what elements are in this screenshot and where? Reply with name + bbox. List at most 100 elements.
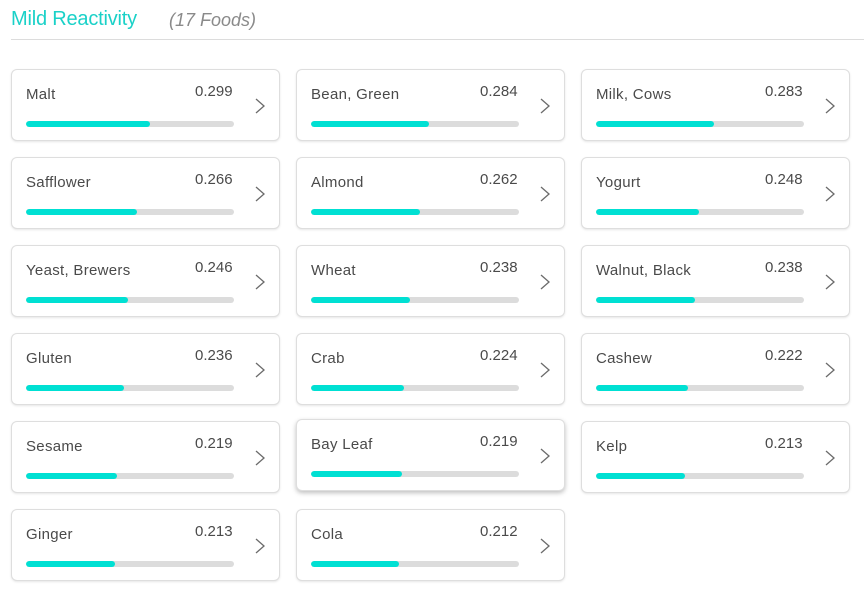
reactivity-bar-track [311,209,519,215]
food-card-bay-leaf[interactable]: Bay Leaf 0.219 [296,419,565,491]
reactivity-bar-track [596,385,804,391]
food-name: Cola [311,526,344,543]
reactivity-bar-fill [26,297,129,303]
reactivity-bar-track [311,561,519,567]
section-title: Mild Reactivity [11,8,137,30]
reactivity-score: 0.213 [765,435,803,452]
reactivity-bar-track [26,385,234,391]
reactivity-bar-fill [26,121,151,127]
reactivity-score: 0.283 [765,83,803,100]
reactivity-bar-fill [311,561,400,567]
food-name: Milk, Cows [596,86,672,103]
food-card-cashew[interactable]: Cashew 0.222 [581,333,850,405]
chevron-right-icon [825,98,835,114]
food-card-walnut-black[interactable]: Walnut, Black 0.238 [581,245,850,317]
reactivity-score: 0.248 [765,171,803,188]
food-name: Malt [26,86,56,103]
food-card-cola[interactable]: Cola 0.212 [296,509,565,581]
food-name: Yogurt [596,174,641,191]
section-header: Mild Reactivity (17 Foods) [11,0,864,40]
chevron-right-icon [540,538,550,554]
food-name: Wheat [311,262,356,279]
reactivity-bar-fill [311,297,410,303]
food-card-almond[interactable]: Almond 0.262 [296,157,565,229]
reactivity-bar-track [311,121,519,127]
reactivity-score: 0.238 [765,259,803,276]
reactivity-score: 0.246 [195,259,233,276]
chevron-right-icon [540,186,550,202]
food-name: Bean, Green [311,86,400,103]
reactivity-score: 0.212 [480,523,518,540]
reactivity-bar-fill [596,121,714,127]
food-name: Bay Leaf [311,436,373,453]
reactivity-bar-fill [26,561,115,567]
food-name: Ginger [26,526,73,543]
reactivity-score: 0.284 [480,83,518,100]
food-name: Cashew [596,350,652,367]
chevron-right-icon [255,186,265,202]
chevron-right-icon [255,274,265,290]
food-name: Crab [311,350,345,367]
food-card-sesame[interactable]: Sesame 0.219 [11,421,280,493]
food-name: Almond [311,174,364,191]
reactivity-bar-fill [26,385,125,391]
food-card-malt[interactable]: Malt 0.299 [11,69,280,141]
chevron-right-icon [540,274,550,290]
reactivity-score: 0.299 [195,83,233,100]
reactivity-score: 0.219 [480,433,518,450]
food-card-wheat[interactable]: Wheat 0.238 [296,245,565,317]
reactivity-bar-fill [26,473,118,479]
food-name: Walnut, Black [596,262,692,279]
chevron-right-icon [540,448,550,464]
reactivity-bar-track [26,209,234,215]
chevron-right-icon [255,362,265,378]
reactivity-bar-track [596,473,804,479]
chevron-right-icon [255,98,265,114]
chevron-right-icon [540,362,550,378]
reactivity-bar-fill [311,121,430,127]
reactivity-score: 0.238 [480,259,518,276]
food-card-yogurt[interactable]: Yogurt 0.248 [581,157,850,229]
chevron-right-icon [825,274,835,290]
reactivity-bar-track [596,121,804,127]
food-grid: Malt 0.299 Bean, Green 0.284 Milk, Cows … [11,69,850,581]
reactivity-bar-track [311,297,519,303]
food-name: Kelp [596,438,628,455]
reactivity-bar-fill [311,385,405,391]
chevron-right-icon [255,450,265,466]
reactivity-score: 0.222 [765,347,803,364]
reactivity-bar-fill [311,471,403,477]
food-name: Yeast, Brewers [26,262,131,279]
reactivity-bar-track [596,297,804,303]
reactivity-bar-track [311,385,519,391]
reactivity-bar-fill [311,209,420,215]
reactivity-bar-track [26,473,234,479]
chevron-right-icon [825,450,835,466]
food-card-yeast-brewers[interactable]: Yeast, Brewers 0.246 [11,245,280,317]
chevron-right-icon [825,186,835,202]
reactivity-score: 0.236 [195,347,233,364]
food-card-safflower[interactable]: Safflower 0.266 [11,157,280,229]
reactivity-bar-track [26,121,234,127]
food-count: (17 Foods) [169,10,257,30]
reactivity-bar-fill [596,385,689,391]
food-name: Gluten [26,350,72,367]
reactivity-bar-track [26,561,234,567]
food-card-milk-cows[interactable]: Milk, Cows 0.283 [581,69,850,141]
reactivity-score: 0.213 [195,523,233,540]
reactivity-bar-fill [596,209,700,215]
chevron-right-icon [255,538,265,554]
food-card-ginger[interactable]: Ginger 0.213 [11,509,280,581]
reactivity-score: 0.224 [480,347,518,364]
reactivity-bar-track [26,297,234,303]
food-card-crab[interactable]: Crab 0.224 [296,333,565,405]
reactivity-score: 0.262 [480,171,518,188]
food-card-kelp[interactable]: Kelp 0.213 [581,421,850,493]
reactivity-bar-fill [596,473,685,479]
reactivity-bar-track [596,209,804,215]
reactivity-bar-track [311,471,519,477]
reactivity-bar-fill [596,297,695,303]
food-card-gluten[interactable]: Gluten 0.236 [11,333,280,405]
food-card-bean-green[interactable]: Bean, Green 0.284 [296,69,565,141]
food-name: Safflower [26,174,91,191]
